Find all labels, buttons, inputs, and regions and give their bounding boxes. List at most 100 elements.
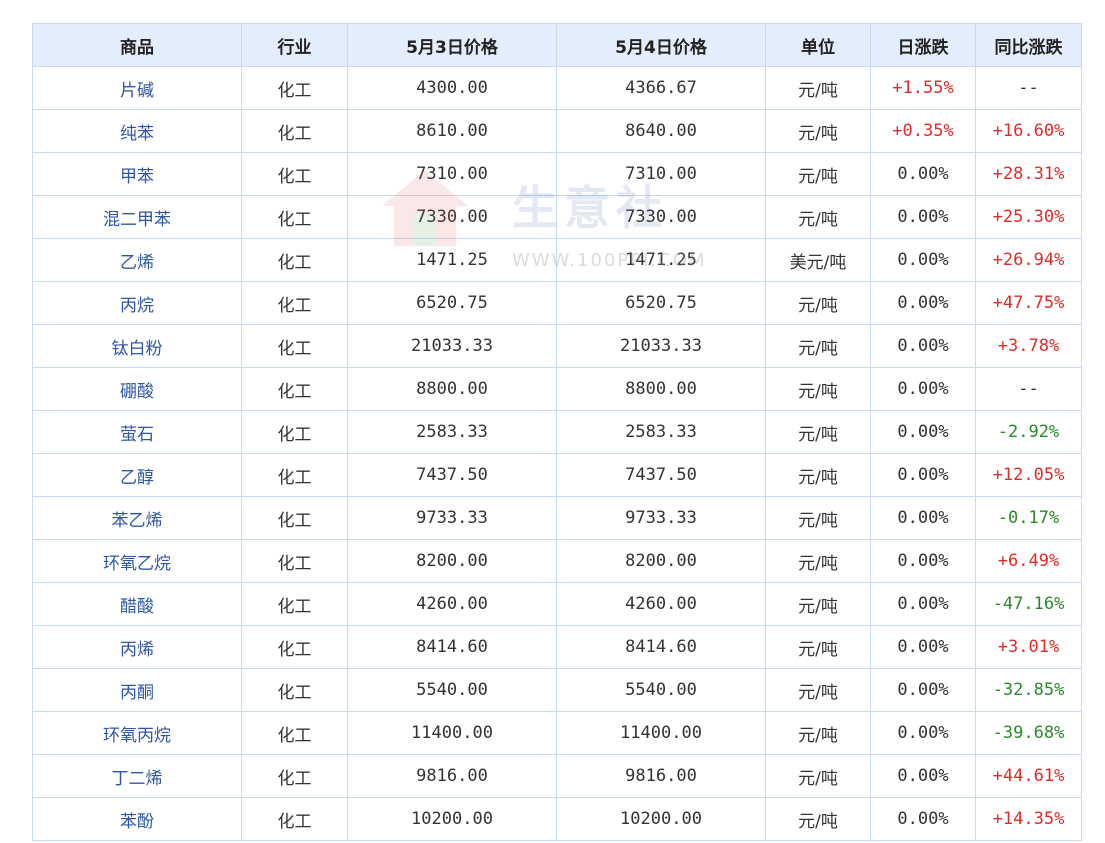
cell-industry: 化工 xyxy=(241,109,348,153)
cell-industry: 化工 xyxy=(241,281,348,325)
cell-price-may3: 11400.00 xyxy=(347,711,557,755)
cell-commodity[interactable]: 环氧乙烷 xyxy=(32,539,242,583)
cell-commodity[interactable]: 环氧丙烷 xyxy=(32,711,242,755)
cell-commodity[interactable]: 苯酚 xyxy=(32,797,242,841)
cell-price-may4: 7330.00 xyxy=(556,195,766,239)
cell-price-may3: 5540.00 xyxy=(347,668,557,712)
cell-daily-change: 0.00% xyxy=(870,453,976,497)
cell-industry: 化工 xyxy=(241,152,348,196)
cell-commodity[interactable]: 纯苯 xyxy=(32,109,242,153)
cell-daily-change: 0.00% xyxy=(870,324,976,368)
cell-price-may4: 11400.00 xyxy=(556,711,766,755)
cell-price-may3: 7310.00 xyxy=(347,152,557,196)
cell-yoy-change: +3.78% xyxy=(975,324,1082,368)
cell-daily-change: 0.00% xyxy=(870,152,976,196)
table-row: 醋酸 化工 4260.00 4260.00 元/吨 0.00% -47.16% xyxy=(32,582,1082,626)
cell-industry: 化工 xyxy=(241,625,348,669)
cell-unit: 元/吨 xyxy=(765,152,871,196)
cell-daily-change: 0.00% xyxy=(870,367,976,411)
cell-price-may4: 1471.25 xyxy=(556,238,766,282)
cell-industry: 化工 xyxy=(241,797,348,841)
cell-commodity[interactable]: 乙烯 xyxy=(32,238,242,282)
table-row: 环氧丙烷 化工 11400.00 11400.00 元/吨 0.00% -39.68% xyxy=(32,711,1082,755)
cell-commodity[interactable]: 甲苯 xyxy=(32,152,242,196)
cell-unit: 元/吨 xyxy=(765,453,871,497)
cell-daily-change: 0.00% xyxy=(870,582,976,626)
cell-industry: 化工 xyxy=(241,668,348,712)
cell-commodity[interactable]: 醋酸 xyxy=(32,582,242,626)
table-row: 环氧乙烷 化工 8200.00 8200.00 元/吨 0.00% +6.49% xyxy=(32,539,1082,583)
header-commodity: 商品 xyxy=(32,23,242,67)
cell-yoy-change: +16.60% xyxy=(975,109,1082,153)
header-price-may4: 5月4日价格 xyxy=(556,23,766,67)
cell-price-may3: 1471.25 xyxy=(347,238,557,282)
cell-unit: 元/吨 xyxy=(765,281,871,325)
cell-industry: 化工 xyxy=(241,367,348,411)
cell-commodity[interactable]: 萤石 xyxy=(32,410,242,454)
cell-price-may3: 7330.00 xyxy=(347,195,557,239)
cell-commodity[interactable]: 丙酮 xyxy=(32,668,242,712)
cell-industry: 化工 xyxy=(241,238,348,282)
cell-daily-change: 0.00% xyxy=(870,797,976,841)
table-row: 乙醇 化工 7437.50 7437.50 元/吨 0.00% +12.05% xyxy=(32,453,1082,497)
table-row: 钛白粉 化工 21033.33 21033.33 元/吨 0.00% +3.78% xyxy=(32,324,1082,368)
header-daily-change: 日涨跌 xyxy=(870,23,976,67)
cell-price-may3: 21033.33 xyxy=(347,324,557,368)
table-row: 硼酸 化工 8800.00 8800.00 元/吨 0.00% -- xyxy=(32,367,1082,411)
cell-unit: 元/吨 xyxy=(765,625,871,669)
cell-yoy-change: +44.61% xyxy=(975,754,1082,798)
cell-yoy-change: -32.85% xyxy=(975,668,1082,712)
cell-commodity[interactable]: 硼酸 xyxy=(32,367,242,411)
table-row: 乙烯 化工 1471.25 1471.25 美元/吨 0.00% +26.94% xyxy=(32,238,1082,282)
cell-price-may4: 5540.00 xyxy=(556,668,766,712)
cell-price-may4: 8640.00 xyxy=(556,109,766,153)
cell-commodity[interactable]: 丙烷 xyxy=(32,281,242,325)
cell-industry: 化工 xyxy=(241,195,348,239)
cell-price-may3: 10200.00 xyxy=(347,797,557,841)
table-row: 丙烷 化工 6520.75 6520.75 元/吨 0.00% +47.75% xyxy=(32,281,1082,325)
cell-yoy-change: -0.17% xyxy=(975,496,1082,540)
cell-price-may4: 8800.00 xyxy=(556,367,766,411)
cell-price-may3: 7437.50 xyxy=(347,453,557,497)
table-row: 苯乙烯 化工 9733.33 9733.33 元/吨 0.00% -0.17% xyxy=(32,496,1082,540)
cell-unit: 元/吨 xyxy=(765,496,871,540)
cell-industry: 化工 xyxy=(241,496,348,540)
cell-commodity[interactable]: 丁二烯 xyxy=(32,754,242,798)
cell-price-may4: 4366.67 xyxy=(556,66,766,110)
cell-unit: 元/吨 xyxy=(765,195,871,239)
cell-yoy-change: -2.92% xyxy=(975,410,1082,454)
cell-price-may3: 6520.75 xyxy=(347,281,557,325)
cell-industry: 化工 xyxy=(241,754,348,798)
cell-unit: 元/吨 xyxy=(765,367,871,411)
cell-daily-change: 0.00% xyxy=(870,281,976,325)
cell-commodity[interactable]: 片碱 xyxy=(32,66,242,110)
cell-price-may3: 8800.00 xyxy=(347,367,557,411)
cell-commodity[interactable]: 乙醇 xyxy=(32,453,242,497)
cell-price-may3: 8610.00 xyxy=(347,109,557,153)
cell-price-may4: 7310.00 xyxy=(556,152,766,196)
cell-price-may4: 4260.00 xyxy=(556,582,766,626)
cell-price-may4: 8414.60 xyxy=(556,625,766,669)
cell-price-may3: 4300.00 xyxy=(347,66,557,110)
cell-price-may4: 8200.00 xyxy=(556,539,766,583)
cell-price-may3: 9816.00 xyxy=(347,754,557,798)
cell-price-may3: 9733.33 xyxy=(347,496,557,540)
cell-commodity[interactable]: 钛白粉 xyxy=(32,324,242,368)
header-price-may3: 5月3日价格 xyxy=(347,23,557,67)
cell-unit: 元/吨 xyxy=(765,668,871,712)
cell-commodity[interactable]: 丙烯 xyxy=(32,625,242,669)
cell-yoy-change: -- xyxy=(975,66,1082,110)
header-unit: 单位 xyxy=(765,23,871,67)
cell-industry: 化工 xyxy=(241,324,348,368)
cell-industry: 化工 xyxy=(241,66,348,110)
cell-yoy-change: +25.30% xyxy=(975,195,1082,239)
header-yoy-change: 同比涨跌 xyxy=(975,23,1082,67)
cell-industry: 化工 xyxy=(241,711,348,755)
cell-price-may4: 9816.00 xyxy=(556,754,766,798)
cell-price-may4: 21033.33 xyxy=(556,324,766,368)
cell-commodity[interactable]: 混二甲苯 xyxy=(32,195,242,239)
cell-price-may3: 2583.33 xyxy=(347,410,557,454)
cell-yoy-change: +12.05% xyxy=(975,453,1082,497)
cell-commodity[interactable]: 苯乙烯 xyxy=(32,496,242,540)
cell-unit: 元/吨 xyxy=(765,324,871,368)
